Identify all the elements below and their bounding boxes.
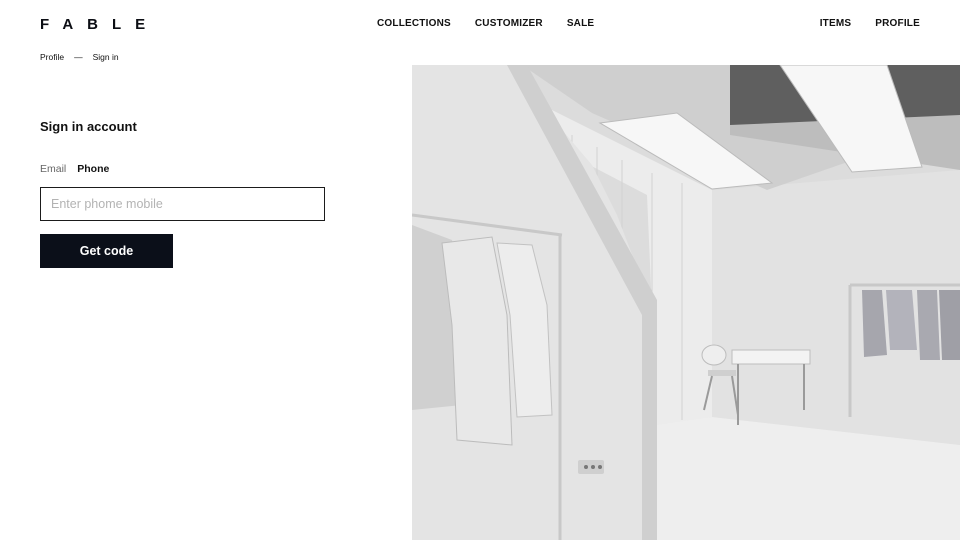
page-title: Sign in account [40,119,137,134]
nav-items[interactable]: ITEMS [820,18,852,29]
nav-collections[interactable]: COLLECTIONS [377,18,451,29]
get-code-button[interactable]: Get code [40,234,173,268]
brand-logo[interactable]: FABLE [40,16,159,33]
nav-customizer[interactable]: CUSTOMIZER [475,18,543,29]
breadcrumb-separator: — [74,52,83,62]
tab-email[interactable]: Email [40,163,66,175]
tab-phone[interactable]: Phone [77,163,109,175]
breadcrumb-profile[interactable]: Profile [40,52,64,62]
account-nav: ITEMS PROFILE [820,18,920,29]
breadcrumb-sign-in: Sign in [92,52,119,62]
nav-profile[interactable]: PROFILE [875,18,920,29]
login-method-tabs: Email Phone [40,163,109,175]
main-nav: COLLECTIONS CUSTOMIZER SALE [377,18,594,29]
breadcrumb: Profile — Sign in [40,52,119,62]
nav-sale[interactable]: SALE [567,18,594,29]
store-interior-photo [412,65,960,540]
phone-input[interactable] [40,187,325,221]
